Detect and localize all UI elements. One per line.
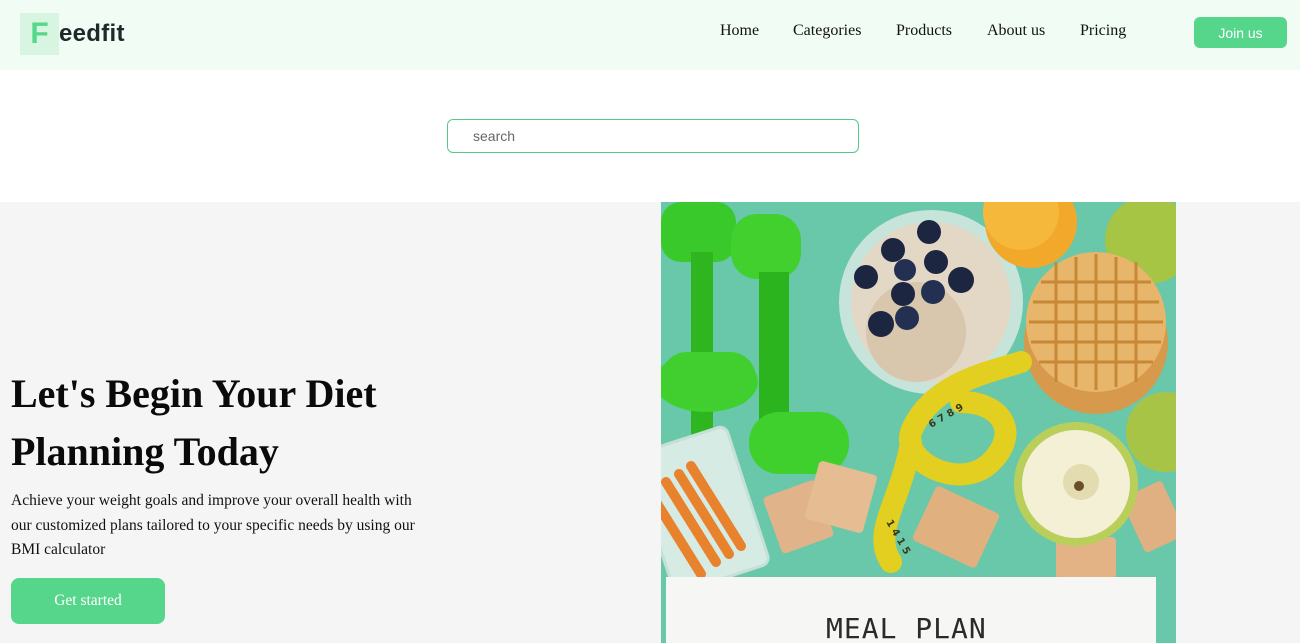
meal-plan-notepad-image: MEAL PLAN [666, 577, 1156, 643]
hero-description: Achieve your weight goals and improve yo… [11, 492, 415, 558]
hero-title-line-1: Let's Begin Your Diet [11, 371, 377, 416]
nav-item-categories[interactable]: Categories [793, 22, 861, 40]
apple-half-image [1014, 422, 1138, 546]
hero-title: Let's Begin Your Diet Planning Today [11, 365, 471, 481]
logo-mark: F [20, 13, 59, 55]
search-bar [447, 119, 859, 153]
hero-section: Let's Begin Your Diet Planning Today Ach… [0, 202, 1300, 643]
nav-item-products[interactable]: Products [896, 22, 952, 40]
nav-item-pricing[interactable]: Pricing [1080, 22, 1126, 40]
logo-letter: F [30, 17, 49, 50]
join-us-button[interactable]: Join us [1194, 17, 1287, 48]
nav-item-about-us[interactable]: About us [987, 22, 1045, 40]
waffle-image [1024, 252, 1168, 414]
top-navbar: F eedfit Home Categories Products About … [0, 0, 1300, 70]
hero-title-line-2: Planning Today [11, 429, 279, 474]
search-input[interactable] [448, 120, 858, 152]
logo-wordmark: eedfit [59, 20, 125, 47]
meal-plan-caption: MEAL PLAN [826, 612, 987, 643]
get-started-button[interactable]: Get started [11, 578, 165, 624]
brand-logo[interactable]: F eedfit [20, 13, 125, 55]
nav-item-home[interactable]: Home [720, 22, 759, 40]
hero-image: 6 7 8 9 1 4 1 5 MEAL PLAN [661, 202, 1176, 643]
